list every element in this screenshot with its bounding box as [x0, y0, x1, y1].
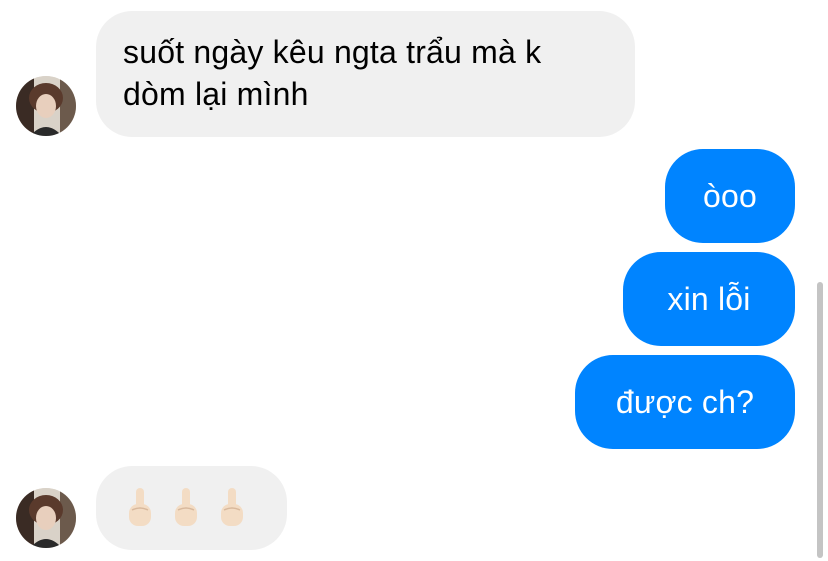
contact-avatar[interactable]	[16, 488, 76, 548]
middle-finger-emoji	[129, 488, 151, 526]
outgoing-message-bubble[interactable]: òoo	[665, 149, 795, 243]
middle-finger-emoji	[175, 488, 197, 526]
contact-photo-icon	[16, 488, 76, 548]
scrollbar[interactable]	[817, 282, 823, 558]
message-text: được ch?	[615, 384, 755, 420]
message-text: suốt ngày kêu ngta trẩu mà k dòm lại mìn…	[123, 34, 542, 112]
message-text: xin lỗi	[667, 281, 751, 317]
outgoing-message-bubble[interactable]: xin lỗi	[623, 252, 795, 346]
outgoing-message-bubble[interactable]: được ch?	[575, 355, 795, 449]
incoming-message-bubble[interactable]: suốt ngày kêu ngta trẩu mà k dòm lại mìn…	[96, 11, 635, 137]
message-text: òoo	[703, 178, 757, 214]
contact-photo-icon	[16, 76, 76, 136]
middle-finger-emoji	[221, 488, 243, 526]
incoming-emoji-bubble[interactable]	[96, 466, 287, 550]
contact-avatar[interactable]	[16, 76, 76, 136]
